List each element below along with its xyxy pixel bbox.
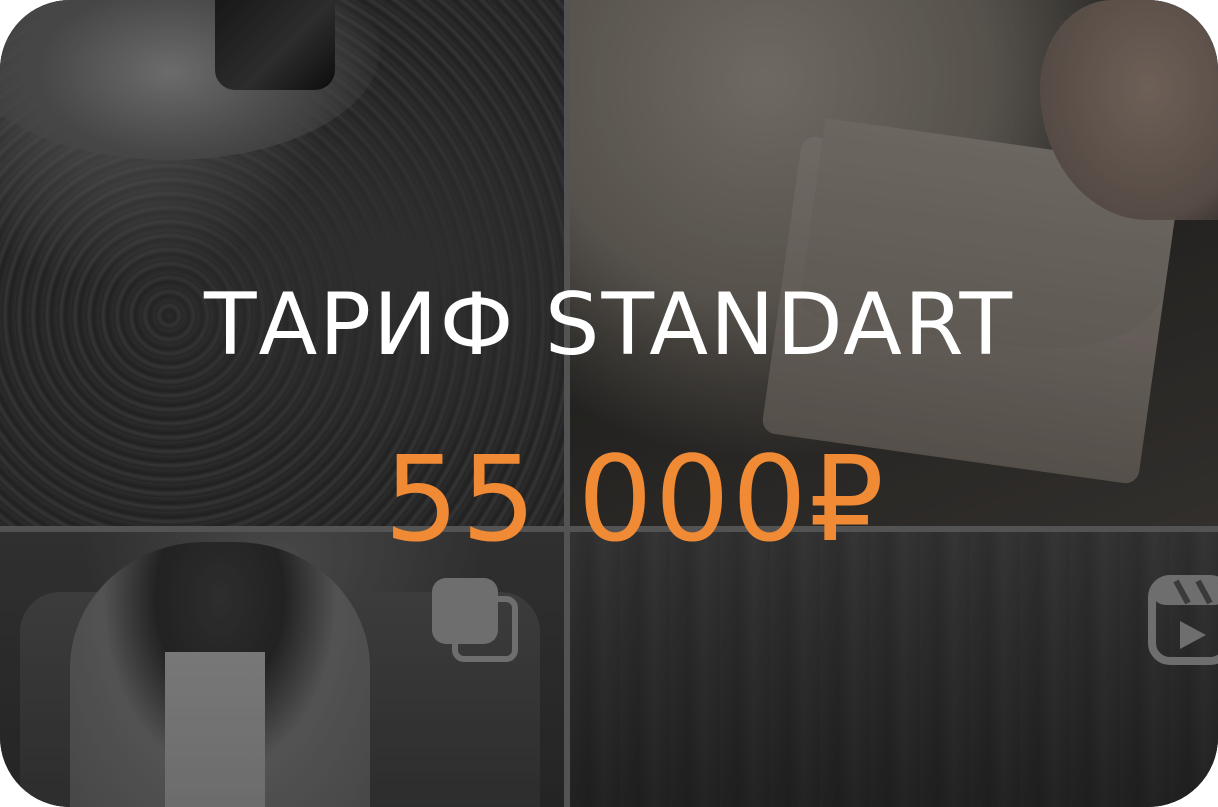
tariff-title: ТАРИФ STANDART [203, 275, 1015, 375]
tariff-card[interactable]: ТАРИФ STANDART 55 000₽ [0, 0, 1218, 807]
carousel-icon-front [432, 578, 498, 644]
dark-overlay [0, 0, 1218, 807]
tariff-price: 55 000₽ [384, 430, 886, 568]
carousel-icon [432, 578, 522, 666]
reels-icon [1148, 575, 1218, 665]
